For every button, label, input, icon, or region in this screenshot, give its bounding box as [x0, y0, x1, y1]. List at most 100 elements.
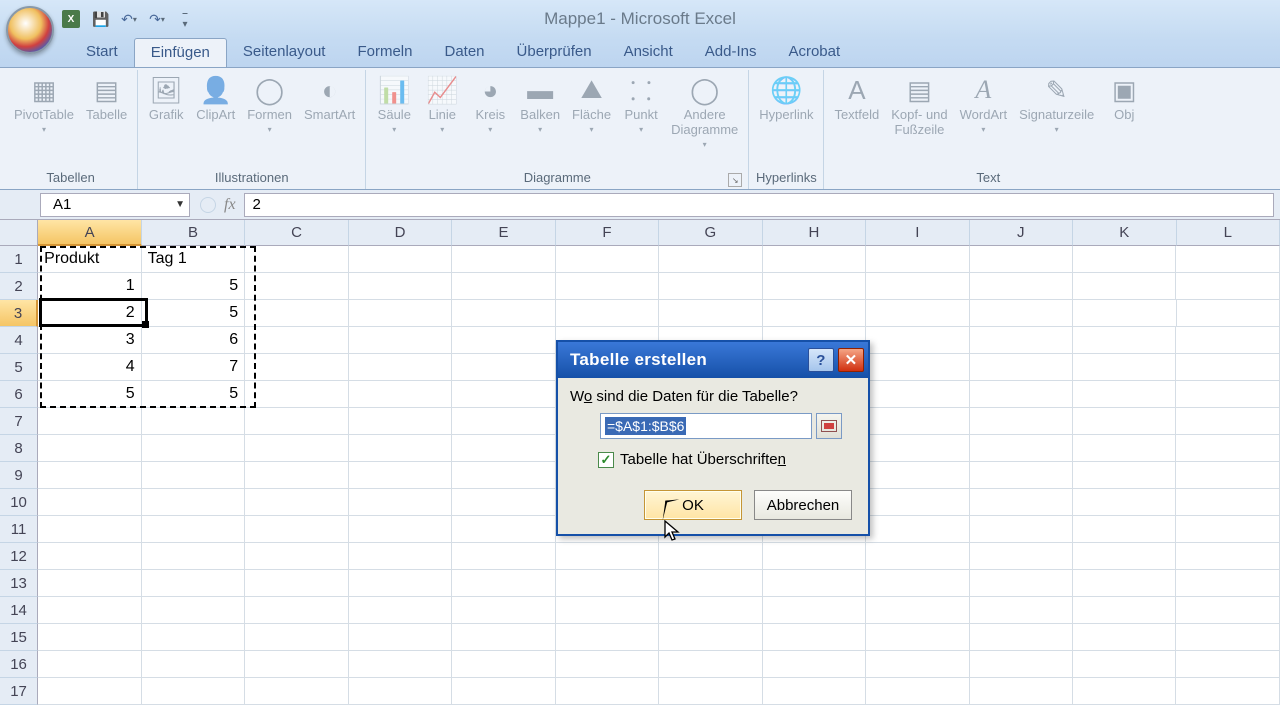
cancel-button[interactable]: Abbrechen [754, 490, 852, 520]
cell[interactable] [245, 570, 348, 597]
cell[interactable] [659, 273, 762, 300]
column-chart-button[interactable]: 📊Säule▾ [370, 72, 418, 136]
redo-icon[interactable]: ↷ ▾ [146, 8, 168, 30]
cell[interactable] [452, 408, 555, 435]
cell[interactable] [452, 651, 555, 678]
column-header[interactable]: C [245, 220, 348, 246]
cell[interactable] [866, 435, 969, 462]
cell[interactable] [556, 597, 659, 624]
signature-button[interactable]: ✎Signaturzeile▾ [1013, 72, 1100, 136]
cell[interactable] [763, 273, 866, 300]
cell[interactable] [659, 597, 762, 624]
row-header[interactable]: 14 [0, 597, 38, 624]
cell[interactable] [349, 462, 452, 489]
cell[interactable] [970, 678, 1073, 705]
cell[interactable] [1176, 543, 1279, 570]
cell[interactable] [866, 246, 969, 273]
cell[interactable] [866, 300, 969, 327]
row-header[interactable]: 3 [0, 300, 38, 327]
cell[interactable] [970, 516, 1073, 543]
cell[interactable] [349, 327, 452, 354]
cell[interactable] [866, 570, 969, 597]
cell[interactable] [556, 624, 659, 651]
cell[interactable] [866, 381, 969, 408]
cell[interactable] [1073, 570, 1176, 597]
cell[interactable] [659, 246, 762, 273]
cell[interactable] [1176, 408, 1279, 435]
row-header[interactable]: 6 [0, 381, 38, 408]
cell[interactable] [1176, 678, 1279, 705]
cell[interactable] [556, 273, 659, 300]
cell[interactable] [1177, 300, 1280, 327]
cell[interactable] [142, 543, 245, 570]
cell[interactable] [970, 597, 1073, 624]
row-header[interactable]: 10 [0, 489, 38, 516]
cell[interactable] [1176, 381, 1279, 408]
tab-seitenlayout[interactable]: Seitenlayout [227, 38, 342, 67]
cell[interactable] [349, 408, 452, 435]
cell[interactable] [1176, 489, 1279, 516]
clipart-button[interactable]: 👤 ClipArt [190, 72, 241, 125]
cell[interactable] [38, 678, 141, 705]
fx-icon[interactable]: fx [224, 196, 236, 214]
row-header[interactable]: 5 [0, 354, 38, 381]
cell[interactable] [349, 543, 452, 570]
cell[interactable] [452, 246, 555, 273]
cell[interactable]: 6 [142, 327, 245, 354]
cell[interactable] [1073, 435, 1176, 462]
cell[interactable] [556, 651, 659, 678]
tab-daten[interactable]: Daten [428, 38, 500, 67]
cell[interactable] [38, 408, 141, 435]
cell[interactable] [142, 597, 245, 624]
cell[interactable] [38, 516, 141, 543]
row-header[interactable]: 9 [0, 462, 38, 489]
line-chart-button[interactable]: 📈Linie▾ [418, 72, 466, 136]
column-header[interactable]: K [1073, 220, 1176, 246]
cell[interactable] [245, 624, 348, 651]
cell[interactable] [452, 435, 555, 462]
cell[interactable] [142, 489, 245, 516]
help-icon[interactable]: ? [808, 348, 834, 372]
cell[interactable] [245, 435, 348, 462]
cell[interactable] [245, 678, 348, 705]
cell[interactable] [763, 300, 866, 327]
cell[interactable] [1073, 408, 1176, 435]
cell[interactable] [763, 570, 866, 597]
cell[interactable] [970, 624, 1073, 651]
hyperlink-button[interactable]: 🌐Hyperlink [753, 72, 819, 125]
tab-start[interactable]: Start [70, 38, 134, 67]
cell[interactable] [763, 651, 866, 678]
cell[interactable] [866, 273, 969, 300]
row-header[interactable]: 2 [0, 273, 38, 300]
column-header[interactable]: D [349, 220, 452, 246]
row-header[interactable]: 1 [0, 246, 38, 273]
row-header[interactable]: 8 [0, 435, 38, 462]
cell[interactable] [452, 678, 555, 705]
cell[interactable] [1073, 381, 1176, 408]
cell[interactable]: 5 [38, 381, 141, 408]
cell[interactable] [556, 678, 659, 705]
cell[interactable] [556, 570, 659, 597]
cell[interactable] [38, 651, 141, 678]
qat-customize-icon[interactable]: ⎯▾ [174, 8, 196, 30]
cell[interactable] [38, 462, 141, 489]
cell[interactable] [245, 462, 348, 489]
cell[interactable] [142, 462, 245, 489]
object-button[interactable]: ▣Obj [1100, 72, 1148, 125]
cell[interactable] [38, 624, 141, 651]
header-footer-button[interactable]: ▤Kopf- und Fußzeile [885, 72, 953, 140]
cell[interactable] [866, 327, 969, 354]
cell[interactable] [349, 651, 452, 678]
scatter-chart-button[interactable]: ⸬Punkt▾ [617, 72, 665, 136]
formen-button[interactable]: ◯ Formen ▾ [241, 72, 298, 136]
headers-checkbox[interactable]: ✓ [598, 452, 614, 468]
cell[interactable] [349, 597, 452, 624]
cell[interactable] [866, 489, 969, 516]
row-header[interactable]: 4 [0, 327, 38, 354]
smartart-button[interactable]: ◐ SmartArt [298, 72, 361, 125]
cell[interactable] [1176, 273, 1279, 300]
cell[interactable] [452, 381, 555, 408]
cell[interactable] [1176, 435, 1279, 462]
cell[interactable] [970, 435, 1073, 462]
cell[interactable] [1073, 678, 1176, 705]
